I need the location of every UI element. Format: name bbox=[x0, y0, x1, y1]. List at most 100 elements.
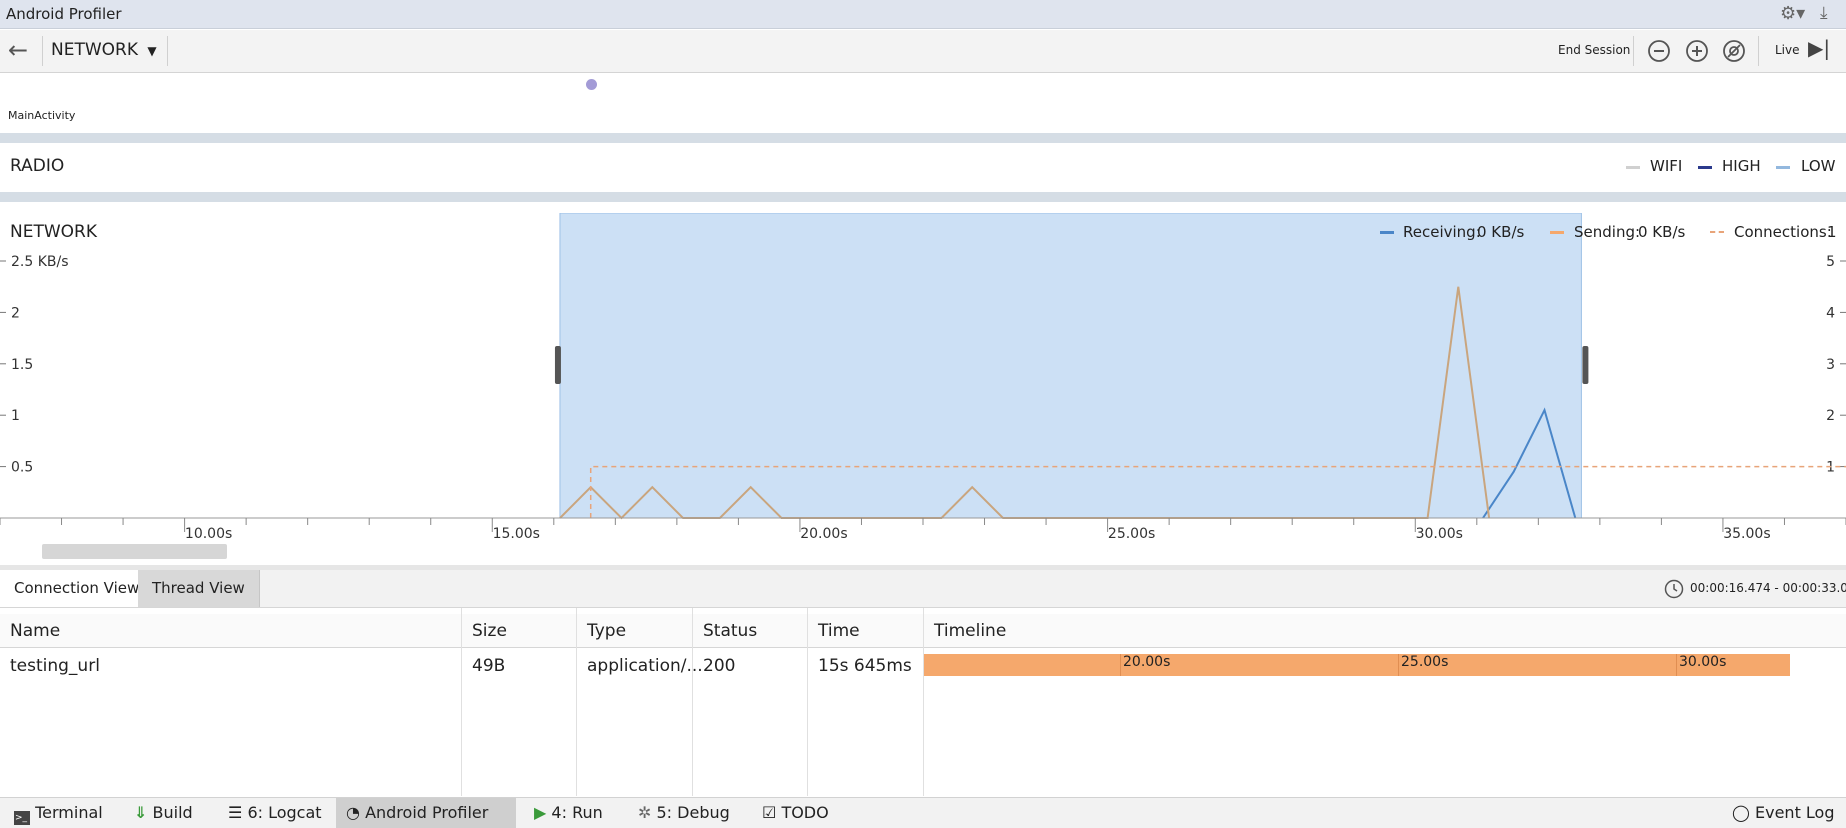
toolbar-divider bbox=[167, 36, 168, 66]
view-tabs-bar: Connection View Thread View 00:00:16.474… bbox=[0, 570, 1846, 608]
y-right-label: 3 bbox=[1826, 357, 1835, 373]
table-row[interactable]: testing_url 49B application/... 200 15s … bbox=[0, 652, 1846, 680]
y-left-label: 1.5 bbox=[11, 357, 33, 373]
tab-connection-view-label: Connection View bbox=[14, 579, 140, 597]
timeline-tick-mark bbox=[1676, 654, 1677, 676]
selection-handle-right[interactable] bbox=[1582, 346, 1589, 384]
end-session-button[interactable]: End Session bbox=[1558, 43, 1630, 57]
column-separator bbox=[461, 608, 462, 796]
timeline-tick-label: 25.00s bbox=[1401, 654, 1449, 670]
column-separator bbox=[692, 608, 693, 796]
low-legend-label: LOW bbox=[1801, 157, 1836, 175]
reset-zoom-icon[interactable] bbox=[1722, 39, 1746, 63]
radio-title: RADIO bbox=[10, 156, 65, 176]
gear-icon[interactable]: ⚙▾ bbox=[1780, 3, 1805, 24]
logcat-icon: ☰ bbox=[228, 803, 243, 822]
timeline-scrollbar[interactable] bbox=[42, 544, 227, 559]
terminal-icon: >_ bbox=[14, 811, 30, 825]
zoom-in-icon[interactable] bbox=[1685, 39, 1709, 63]
timeline-tick-label: 20.00s bbox=[1123, 654, 1171, 670]
wifi-legend-line bbox=[1626, 166, 1640, 169]
tab-thread-view-label: Thread View bbox=[152, 579, 245, 597]
download-icon[interactable]: ⤓ bbox=[1820, 3, 1828, 23]
terminal-label: Terminal bbox=[35, 803, 103, 822]
profiler-toolbar: ← NETWORK ▼ End Session Live ▶| bbox=[0, 30, 1846, 73]
tab-connection-view[interactable]: Connection View bbox=[0, 570, 155, 607]
title-bar: Android Profiler ⚙▾ ⤓ bbox=[0, 0, 1846, 29]
todo-button[interactable]: ☑ TODO bbox=[752, 798, 839, 828]
column-header-timeline[interactable]: Timeline bbox=[924, 614, 1846, 648]
receiving-legend-line bbox=[1380, 231, 1394, 234]
tab-thread-view[interactable]: Thread View bbox=[138, 570, 260, 607]
wifi-legend-label: WIFI bbox=[1650, 157, 1683, 175]
debug-label: 5: Debug bbox=[656, 803, 730, 822]
jump-to-live-icon[interactable]: ▶| bbox=[1808, 36, 1830, 60]
row-name: testing_url bbox=[10, 656, 100, 676]
build-icon: ⇓ bbox=[134, 803, 148, 822]
network-chart[interactable]: 2.5 KB/s 2 1.5 1 0.5 5 4 3 2 1 10.00s 15.00s 20.00… bbox=[0, 213, 1846, 565]
divider-band bbox=[0, 192, 1846, 202]
profiler-selector-label: NETWORK bbox=[51, 40, 138, 60]
y-left-label: 2 bbox=[11, 305, 20, 321]
build-button[interactable]: ⇓ Build bbox=[124, 798, 203, 828]
live-button[interactable]: Live bbox=[1775, 43, 1800, 57]
row-timeline-bar bbox=[924, 654, 1790, 676]
selection-handle-left[interactable] bbox=[554, 346, 561, 384]
toolbar-divider bbox=[1758, 36, 1759, 66]
event-marker[interactable] bbox=[586, 79, 597, 90]
y-right-label: 1 bbox=[1826, 460, 1835, 476]
event-log-button[interactable]: ◯ Event Log bbox=[1722, 798, 1845, 828]
x-tick-label: 20.00s bbox=[800, 526, 847, 542]
android-profiler-button[interactable]: ◔ Android Profiler bbox=[336, 798, 516, 828]
sending-legend-line bbox=[1550, 231, 1564, 234]
column-header-status[interactable]: Status bbox=[693, 614, 807, 648]
back-arrow-icon[interactable]: ← bbox=[8, 36, 28, 64]
x-tick-label: 15.00s bbox=[493, 526, 540, 542]
profiler-gauge-icon: ◔ bbox=[346, 803, 360, 822]
connections-table: Name Size Type Status Time Timeline test… bbox=[0, 608, 1846, 796]
profiler-selector[interactable]: NETWORK ▼ bbox=[51, 40, 157, 60]
network-track: 2.5 KB/s 2 1.5 1 0.5 5 4 3 2 1 10.00s 15.00s 20.00… bbox=[0, 213, 1846, 565]
events-track: MainActivity bbox=[0, 73, 1846, 133]
y-right-label: 2 bbox=[1826, 408, 1835, 424]
row-time: 15s 645ms bbox=[818, 656, 912, 676]
high-legend-label: HIGH bbox=[1722, 157, 1761, 175]
zoom-out-icon[interactable] bbox=[1647, 39, 1671, 63]
toolbar-divider bbox=[1633, 36, 1634, 66]
column-header-type[interactable]: Type bbox=[577, 614, 692, 648]
todo-label: TODO bbox=[781, 803, 829, 822]
event-log-bubble-icon: ◯ bbox=[1732, 803, 1750, 822]
network-title: NETWORK bbox=[10, 222, 97, 242]
connections-legend-line bbox=[1710, 231, 1724, 233]
column-header-time[interactable]: Time bbox=[808, 614, 923, 648]
build-label: Build bbox=[152, 803, 193, 822]
debug-bug-icon: ✲ bbox=[638, 803, 652, 822]
row-type: application/... bbox=[587, 656, 703, 676]
column-header-size[interactable]: Size bbox=[462, 614, 576, 648]
toolbar-divider bbox=[42, 36, 43, 66]
profiler-label: Android Profiler bbox=[365, 803, 489, 822]
y-left-label: 2.5 KB/s bbox=[11, 254, 69, 270]
terminal-button[interactable]: >_ Terminal bbox=[4, 798, 113, 828]
run-button[interactable]: ▶ 4: Run bbox=[524, 798, 613, 828]
x-tick-label: 30.00s bbox=[1416, 526, 1463, 542]
column-separator bbox=[576, 608, 577, 796]
event-log-label: Event Log bbox=[1755, 803, 1835, 822]
sending-legend-label: Sending: bbox=[1574, 223, 1641, 241]
run-icon: ▶ bbox=[534, 803, 547, 822]
window-title: Android Profiler bbox=[6, 5, 122, 23]
x-tick-label: 25.00s bbox=[1108, 526, 1155, 542]
radio-track: RADIO WIFI HIGH LOW bbox=[0, 146, 1846, 192]
column-separator bbox=[807, 608, 808, 796]
logcat-label: 6: Logcat bbox=[247, 803, 322, 822]
connections-legend-label: Connections: bbox=[1734, 223, 1832, 241]
logcat-button[interactable]: ☰ 6: Logcat bbox=[218, 798, 332, 828]
column-separator bbox=[923, 608, 924, 796]
selection-range[interactable] bbox=[559, 213, 1582, 519]
column-header-name[interactable]: Name bbox=[0, 614, 461, 648]
debug-button[interactable]: ✲ 5: Debug bbox=[628, 798, 740, 828]
x-tick-label: 35.00s bbox=[1723, 526, 1770, 542]
run-label: 4: Run bbox=[551, 803, 603, 822]
activity-label: MainActivity bbox=[8, 109, 76, 122]
clock-icon bbox=[1664, 579, 1684, 599]
